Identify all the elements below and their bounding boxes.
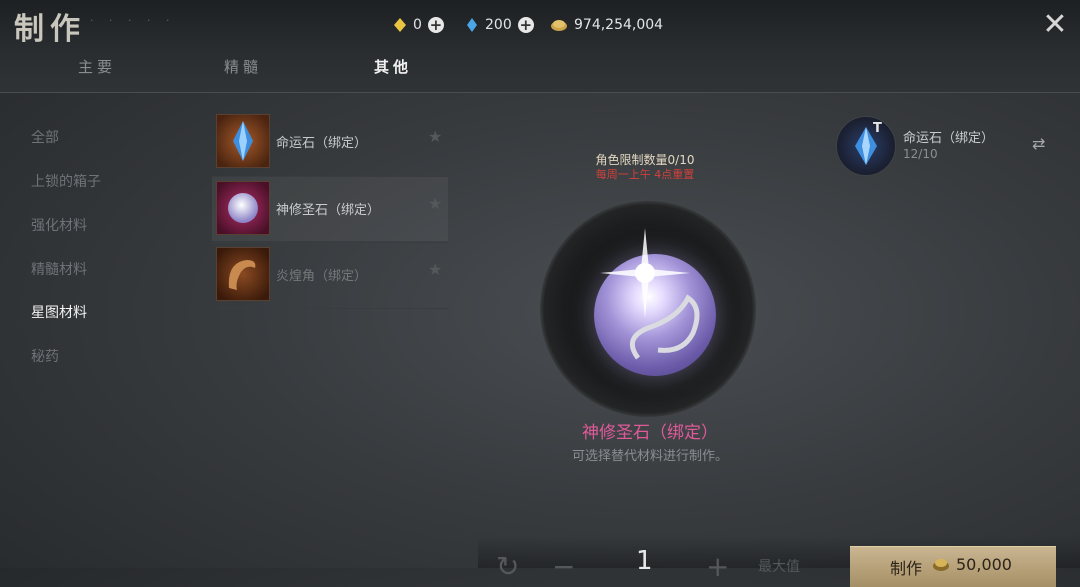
favorite-star-icon[interactable]: ★	[428, 127, 442, 146]
reset-icon[interactable]: ↻	[496, 550, 519, 583]
recipe-label: 炎煌角（绑定）	[276, 269, 368, 284]
gold-coin-icon	[933, 559, 949, 571]
favorite-star-icon[interactable]: ★	[428, 260, 442, 279]
currency-value: 200	[485, 17, 512, 33]
horn-item-icon	[216, 247, 270, 301]
list-divider	[212, 308, 448, 309]
material-tier-badge: T	[873, 121, 882, 136]
currency-gold-diamond: 0 +	[393, 14, 444, 36]
add-gold-diamond-button[interactable]: +	[427, 17, 444, 33]
sidebar-item-essence[interactable]: 精髓材料	[31, 259, 87, 279]
title-decoration: · · · · ·	[90, 14, 176, 27]
holy-orb-item-icon	[216, 181, 270, 235]
craft-cost: 50,000	[956, 555, 1012, 574]
sidebar-item-all[interactable]: 全部	[31, 127, 59, 147]
gold-coin-icon	[551, 20, 567, 31]
recipe-label: 命运石（绑定）	[276, 136, 368, 151]
material-slot[interactable]	[836, 116, 896, 176]
material-name: 命运石（绑定）	[903, 131, 995, 146]
favorite-star-icon[interactable]: ★	[428, 194, 442, 213]
recipe-item[interactable]: 炎煌角（绑定） ★	[212, 243, 448, 307]
blue-crystal-icon	[467, 18, 477, 32]
currency-blue-crystal: 200 +	[465, 14, 534, 36]
blue-crystal-item-icon	[216, 114, 270, 168]
selected-item-name: 神修圣石（绑定）	[582, 423, 718, 443]
header-divider	[0, 92, 1080, 93]
max-button[interactable]: 最大值	[758, 556, 800, 576]
decrease-icon[interactable]: −	[552, 550, 575, 583]
craft-button[interactable]: 制作 50,000	[850, 546, 1056, 587]
quantity-value[interactable]: 1	[636, 546, 653, 576]
recipe-item[interactable]: 命运石（绑定） ★	[212, 110, 448, 174]
currency-gold-coin: 974,254,004	[550, 14, 663, 36]
reset-time-text: 每周一上午 4点重置	[595, 168, 695, 181]
tab-other[interactable]: 其他	[374, 56, 412, 77]
currency-value: 0	[413, 17, 422, 33]
craft-button-label: 制作	[890, 559, 923, 578]
sidebar-item-locked-box[interactable]: 上锁的箱子	[31, 171, 101, 191]
item-description: 可选择替代材料进行制作。	[571, 449, 728, 464]
sidebar-item-potion[interactable]: 秘药	[31, 346, 59, 366]
increase-icon[interactable]: +	[706, 550, 729, 583]
tab-essence[interactable]: 精髓	[224, 56, 262, 77]
silver-band-icon	[629, 294, 700, 360]
tab-main[interactable]: 主要	[78, 56, 116, 77]
add-blue-crystal-button[interactable]: +	[517, 17, 534, 33]
gold-diamond-icon	[394, 18, 406, 32]
material-count: 12/10	[903, 147, 938, 161]
page-title: 制作	[14, 12, 86, 47]
sidebar-item-star-map[interactable]: 星图材料	[31, 302, 87, 322]
sidebar-item-enhance[interactable]: 强化材料	[31, 215, 87, 235]
close-button[interactable]: ✕	[1040, 10, 1070, 40]
currency-value: 974,254,004	[574, 17, 664, 33]
recipe-label: 神修圣石（绑定）	[276, 203, 381, 218]
recipe-item-selected[interactable]: 神修圣石（绑定） ★	[212, 177, 448, 241]
swap-material-icon[interactable]: ⇄	[1032, 134, 1045, 153]
